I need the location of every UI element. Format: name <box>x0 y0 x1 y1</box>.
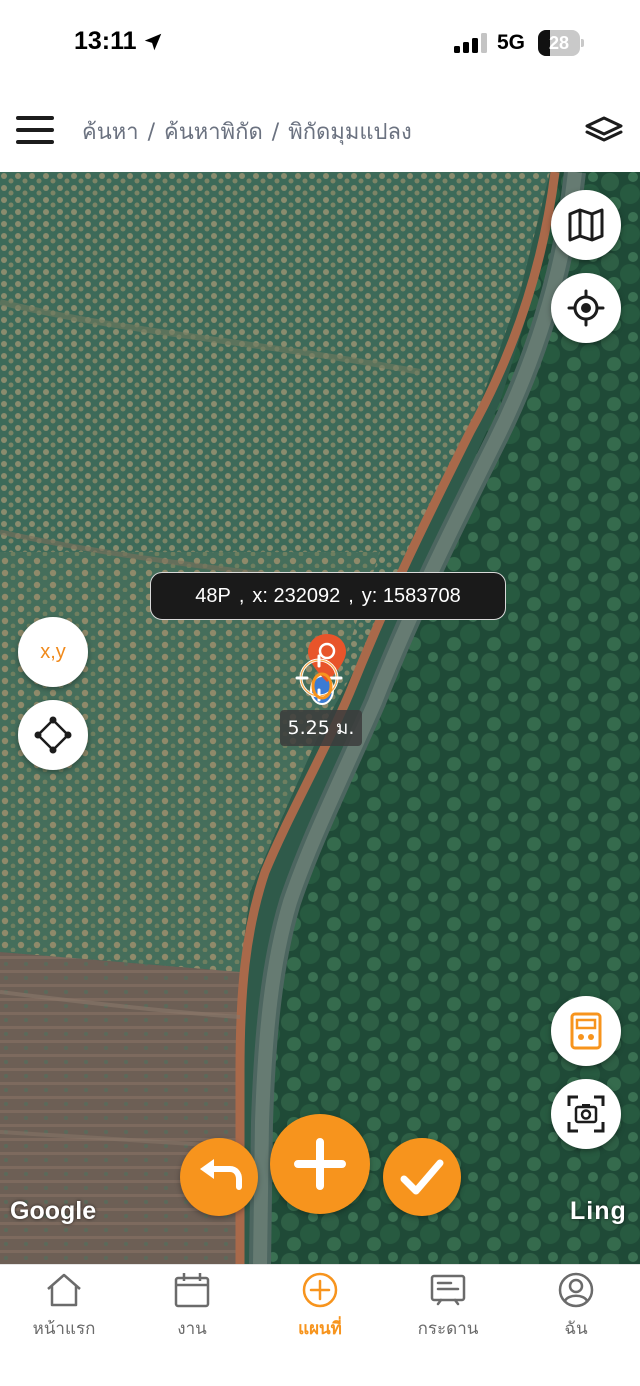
tab-jobs[interactable]: งาน <box>128 1265 256 1355</box>
user-icon <box>558 1272 594 1308</box>
check-icon <box>400 1159 444 1195</box>
calendar-icon <box>174 1273 210 1308</box>
map-view[interactable]: x,y 48P, x: 232092, y: 1583708 5.25 ม. G… <box>0 172 640 1264</box>
coordinate-separator: , <box>238 585 245 607</box>
ling-attribution: Ling <box>570 1197 627 1225</box>
plus-circle-icon <box>302 1272 338 1308</box>
tab-map-label: แผนที่ <box>298 1319 342 1339</box>
plus-icon <box>294 1138 346 1190</box>
scan-button[interactable] <box>551 1079 621 1149</box>
board-icon <box>430 1274 466 1306</box>
breadcrumb-separator: / <box>271 120 280 145</box>
calculator-button[interactable] <box>551 996 621 1066</box>
tab-home[interactable]: หน้าแรก <box>0 1265 128 1355</box>
coordinate-separator: , <box>348 585 354 607</box>
map-type-button[interactable] <box>551 190 621 260</box>
diamond-icon <box>34 716 72 754</box>
breadcrumb-item-coordinate-search[interactable]: ค้นหาพิกัด <box>164 120 263 145</box>
coordinate-y: y: 1583708 <box>361 585 461 607</box>
calculator-icon <box>570 1012 602 1050</box>
undo-button[interactable] <box>180 1138 258 1216</box>
top-nav: ค้นหา / ค้นหาพิกัด / พิกัดมุมแปลง <box>0 90 640 172</box>
undo-icon <box>200 1159 242 1190</box>
map-icon <box>568 208 604 242</box>
breadcrumb-item-plot-corner: พิกัดมุมแปลง <box>288 120 412 145</box>
status-time: 13:11 <box>74 27 137 55</box>
xy-label: x,y <box>40 640 66 663</box>
battery-icon: 28 <box>538 30 584 56</box>
status-bar: 13:11 5G 28 <box>0 0 640 90</box>
tab-bar: หน้าแรก งาน แผนที่ กระดาน ฉัน <box>0 1264 640 1386</box>
tab-me-label: ฉัน <box>564 1319 588 1339</box>
layers-icon[interactable] <box>584 114 624 148</box>
xy-input-button[interactable]: x,y <box>18 617 88 687</box>
coordinate-zone: 48P <box>195 585 231 607</box>
menu-icon[interactable] <box>16 114 54 146</box>
location-arrow-icon <box>144 33 162 51</box>
polygon-button[interactable] <box>18 700 88 770</box>
tab-jobs-label: งาน <box>177 1319 207 1339</box>
breadcrumb-separator: / <box>147 120 156 145</box>
confirm-button[interactable] <box>383 1138 461 1216</box>
accuracy-label: 5.25 ม. <box>280 710 362 746</box>
signal-icon <box>454 33 487 53</box>
location-pin-icon[interactable] <box>286 630 352 714</box>
add-point-button[interactable] <box>270 1114 370 1214</box>
tab-board[interactable]: กระดาน <box>384 1265 512 1355</box>
tab-map[interactable]: แผนที่ <box>256 1265 384 1355</box>
battery-level: 28 <box>548 33 570 53</box>
scan-camera-icon <box>567 1095 605 1133</box>
network-type: 5G <box>497 31 526 54</box>
home-icon <box>47 1273 81 1307</box>
coordinate-x: x: 232092 <box>252 585 341 607</box>
breadcrumb-item-search[interactable]: ค้นหา <box>82 120 139 145</box>
tab-me[interactable]: ฉัน <box>512 1265 640 1355</box>
google-attribution: Google <box>10 1197 97 1225</box>
tab-home-label: หน้าแรก <box>32 1319 96 1339</box>
locate-me-button[interactable] <box>551 273 621 343</box>
coordinate-label: 48P, x: 232092, y: 1583708 <box>150 572 506 620</box>
tab-board-label: กระดาน <box>417 1319 479 1339</box>
breadcrumb: ค้นหา / ค้นหาพิกัด / พิกัดมุมแปลง <box>82 114 412 149</box>
target-icon <box>567 289 605 327</box>
